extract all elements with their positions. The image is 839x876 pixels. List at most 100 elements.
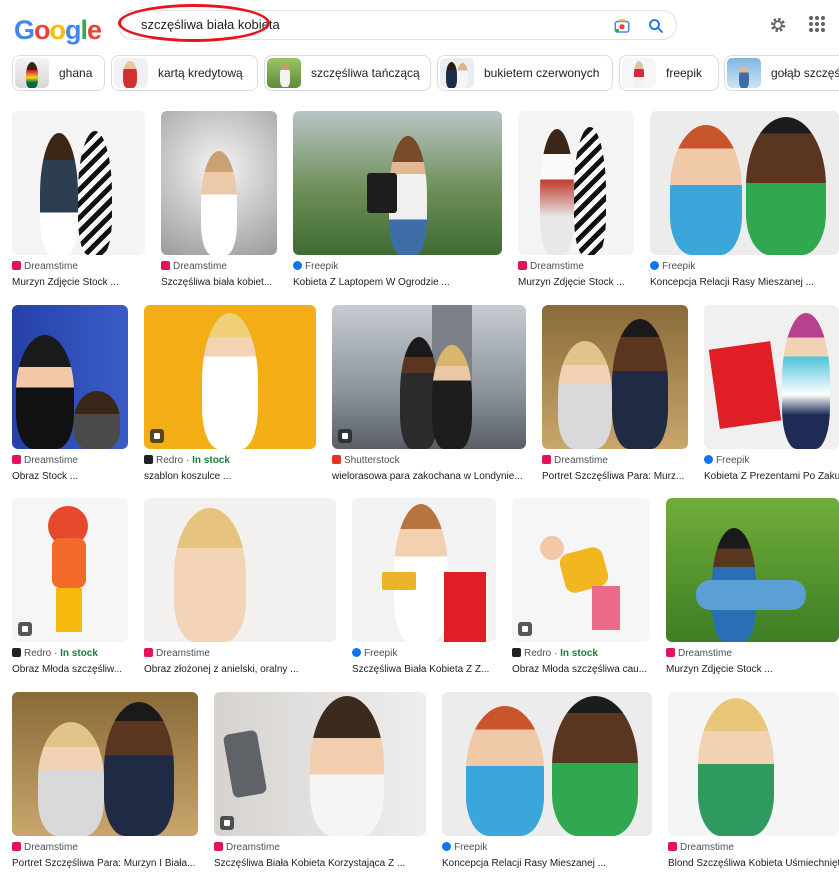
source-name: Dreamstime [554,455,608,466]
result-source: Freepik [650,261,695,272]
redro-icon [144,455,153,464]
image-result[interactable]: Freepik Kobieta Z Prezentami Po Zakupach [704,305,839,485]
result-caption[interactable]: Murzyn Zdjęcie Stock ... [666,664,839,675]
result-image[interactable] [144,305,316,449]
lens-camera-icon[interactable] [613,17,631,35]
result-caption[interactable]: Szczęśliwa biała kobiet... [161,277,277,288]
result-image[interactable] [442,692,652,836]
image-result[interactable]: Redro · In stock Obraz Młoda szczęśliw..… [12,498,128,678]
image-result[interactable]: Redro · In stock szablon koszulce ... [144,305,316,485]
result-caption[interactable]: Portret Szczęśliwa Para: Murz... [542,471,688,482]
freepik-icon [650,261,659,270]
result-caption[interactable]: Koncepcja Relacji Rasy Mieszanej ... [650,277,839,288]
image-result[interactable]: Freepik Koncepcja Relacji Rasy Mieszanej… [442,692,652,872]
image-result[interactable]: Dreamstime Portret Szczęśliwa Para: Murz… [542,305,688,485]
chip-thumbnail [622,58,656,88]
result-caption[interactable]: Kobieta Z Prezentami Po Zakupach [704,471,839,482]
result-image[interactable] [666,498,839,642]
result-caption[interactable]: Koncepcja Relacji Rasy Mieszanej ... [442,858,652,869]
source-name: Dreamstime [173,261,227,272]
source-name: Redro [524,648,552,659]
image-result[interactable]: Dreamstime Murzyn Zdjęcie Stock ... [666,498,839,678]
product-tag-icon [18,622,32,636]
source-name: Redro [24,648,52,659]
result-image[interactable] [332,305,526,449]
image-result[interactable]: Dreamstime Obraz złożonej z anielski, or… [144,498,336,678]
result-caption[interactable]: Kobieta Z Laptopem W Ogrodzie ... [293,277,502,288]
result-image[interactable] [512,498,650,642]
dreamstime-icon [668,842,677,851]
image-result[interactable]: Dreamstime Obraz Stock ... [12,305,128,485]
result-caption[interactable]: Portret Szczęśliwa Para: Murzyn I Biała.… [12,858,198,869]
result-image[interactable] [293,111,502,255]
dreamstime-icon [542,455,551,464]
result-caption[interactable]: Obraz Młoda szczęśliw... [12,664,128,675]
result-caption[interactable]: Szczęśliwa Biała Kobieta Z Z... [352,664,496,675]
dreamstime-icon [518,261,527,270]
chip-ghana[interactable]: ghana [12,55,105,91]
result-image[interactable] [518,111,634,255]
image-result[interactable]: Dreamstime Murzyn Zdjęcie Stock ... [12,111,145,291]
result-caption[interactable]: Szczęśliwa Biała Kobieta Korzystająca Z … [214,858,426,869]
image-badge-icon [338,429,352,443]
chip-thumbnail [15,58,49,88]
freepik-icon [442,842,451,851]
result-source: Redro · In stock [144,455,230,466]
result-image[interactable] [144,498,336,642]
image-result[interactable]: Shutterstock wielorasowa para zakochana … [332,305,526,485]
source-name: Dreamstime [678,648,732,659]
result-caption[interactable]: wielorasowa para zakochana w Londynie... [332,471,526,482]
image-result[interactable]: Freepik Szczęśliwa Biała Kobieta Z Z... [352,498,496,678]
source-name: Freepik [662,261,696,272]
product-tag-icon [518,622,532,636]
result-image[interactable] [12,111,145,255]
chip-label: gołąb szczęścia [771,66,839,80]
result-image[interactable] [12,692,198,836]
result-image[interactable] [668,692,839,836]
gear-icon[interactable] [768,15,788,35]
result-caption[interactable]: Obraz Młoda szczęśliwa cau... [512,664,650,675]
result-image[interactable] [542,305,688,449]
result-source: Dreamstime [666,648,732,659]
result-caption[interactable]: Murzyn Zdjęcie Stock ... [12,277,145,288]
result-image[interactable] [214,692,426,836]
result-image[interactable] [12,498,128,642]
result-image[interactable] [352,498,496,642]
chip-red-bouquet[interactable]: bukietem czerwonych [437,55,613,91]
google-logo[interactable]: Google [14,14,102,46]
stock-status: In stock [60,648,98,659]
source-name: Dreamstime [24,842,78,853]
source-name: Dreamstime [530,261,584,272]
image-result[interactable]: Redro · In stock Obraz Młoda szczęśliwa … [512,498,650,678]
result-image[interactable] [650,111,839,255]
result-caption[interactable]: Obraz złożonej z anielski, oralny ... [144,664,336,675]
result-caption[interactable]: szablon koszulce ... [144,471,316,482]
result-image[interactable] [161,111,277,255]
search-icon[interactable] [647,17,665,35]
chip-credit-card[interactable]: kartą kredytową [111,55,258,91]
image-result[interactable]: Dreamstime Szczęśliwa Biała Kobieta Korz… [214,692,426,872]
chip-freepik[interactable]: freepik [619,55,719,91]
result-image[interactable] [12,305,128,449]
image-result[interactable]: Freepik Koncepcja Relacji Rasy Mieszanej… [650,111,839,291]
result-caption[interactable]: Blond Szczęśliwa Kobieta Uśmiechnięta [668,858,839,869]
result-source: Redro · In stock [12,648,98,659]
image-result[interactable]: Dreamstime Blond Szczęśliwa Kobieta Uśmi… [668,692,839,872]
apps-grid-icon[interactable] [808,15,826,33]
chip-dove-happiness[interactable]: gołąb szczęścia [724,55,839,91]
result-caption[interactable]: Obraz Stock ... [12,471,128,482]
source-name: Freepik [454,842,488,853]
result-source: Dreamstime [668,842,734,853]
image-result[interactable]: Dreamstime Murzyn Zdjęcie Stock ... [518,111,634,291]
chip-thumbnail [727,58,761,88]
result-image[interactable] [704,305,839,449]
chip-happy-dancing[interactable]: szczęśliwa tańczącą [264,55,431,91]
result-caption[interactable]: Murzyn Zdjęcie Stock ... [518,277,634,288]
chip-label: kartą kredytową [158,66,243,80]
image-result[interactable]: Freepik Kobieta Z Laptopem W Ogrodzie ..… [293,111,502,291]
result-source: Dreamstime [518,261,584,272]
stock-status: In stock [192,455,230,466]
image-result[interactable]: Dreamstime Szczęśliwa biała kobiet... [161,111,277,291]
image-result[interactable]: Dreamstime Portret Szczęśliwa Para: Murz… [12,692,198,872]
freepik-icon [704,455,713,464]
